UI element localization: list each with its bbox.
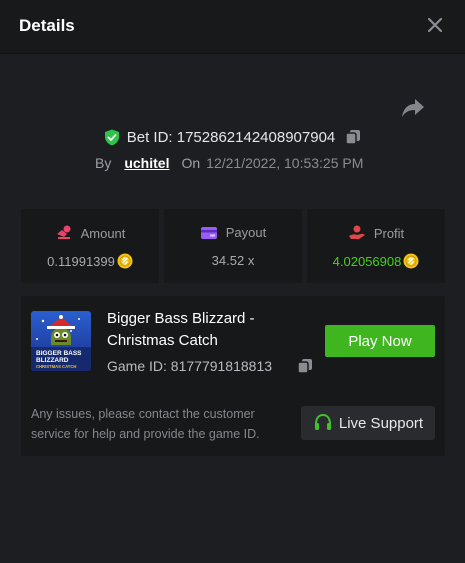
bet-id: Bet ID: 1752862142408907904: [126, 128, 336, 146]
share-icon[interactable]: [400, 96, 426, 120]
modal-title: Details: [19, 16, 75, 35]
payout-value: 34.52 x: [211, 253, 255, 268]
live-support-button[interactable]: Live Support: [301, 406, 435, 440]
details-modal: Details Bet ID: 1752862142408907904 By u…: [0, 0, 465, 563]
amount-label: Amount: [80, 225, 126, 241]
game-card: BIGGER BASS BLIZZARD CHRISTMAS CATCH Big…: [21, 296, 445, 456]
on-label: On: [181, 155, 201, 171]
profit-value: 4.02056908: [332, 253, 402, 269]
thumbnail-line-3: CHRISTMAS CATCH: [36, 364, 76, 369]
headset-icon: [314, 413, 331, 430]
thumbnail-line-1: BIGGER BASS: [36, 350, 82, 357]
game-thumbnail[interactable]: BIGGER BASS BLIZZARD CHRISTMAS CATCH: [31, 311, 91, 371]
modal-header: Details: [0, 0, 465, 54]
copy-icon[interactable]: [297, 358, 313, 374]
game-title[interactable]: Bigger Bass Blizzard - Christmas Catch: [107, 308, 277, 352]
amount-value: 0.11991399: [47, 253, 115, 269]
copy-icon[interactable]: [345, 129, 361, 145]
stat-amount: Amount 0.11991399: [21, 209, 159, 283]
bet-datetime: 12/21/2022, 10:53:25 PM: [206, 155, 364, 171]
bet-meta-row: By uchitel On 12/21/2022, 10:53:25 PM: [95, 153, 363, 173]
game-id: Game ID: 8177791818813: [107, 358, 273, 374]
bet-id-row: Bet ID: 1752862142408907904: [0, 127, 465, 147]
payout-label: Payout: [225, 225, 267, 240]
by-label: By: [95, 155, 112, 171]
play-now-button[interactable]: Play Now: [325, 325, 435, 357]
stat-payout: Payout 34.52 x: [164, 209, 302, 283]
stat-profit: Profit 4.02056908: [307, 209, 445, 283]
issue-help-text: Any issues, please contact the customer …: [31, 407, 260, 441]
live-support-label: Live Support: [338, 414, 424, 432]
username-link[interactable]: uchitel: [124, 155, 169, 171]
thumbnail-line-2: BLIZZARD: [36, 357, 69, 364]
money-hand-icon: [56, 225, 71, 239]
verified-shield-icon: [104, 129, 119, 145]
profit-label: Profit: [373, 225, 405, 241]
coin-icon: [117, 253, 133, 269]
close-icon[interactable]: [424, 14, 446, 36]
wallet-card-icon: [200, 226, 217, 239]
coin-icon: [403, 253, 419, 269]
profit-hand-icon: [348, 225, 365, 239]
